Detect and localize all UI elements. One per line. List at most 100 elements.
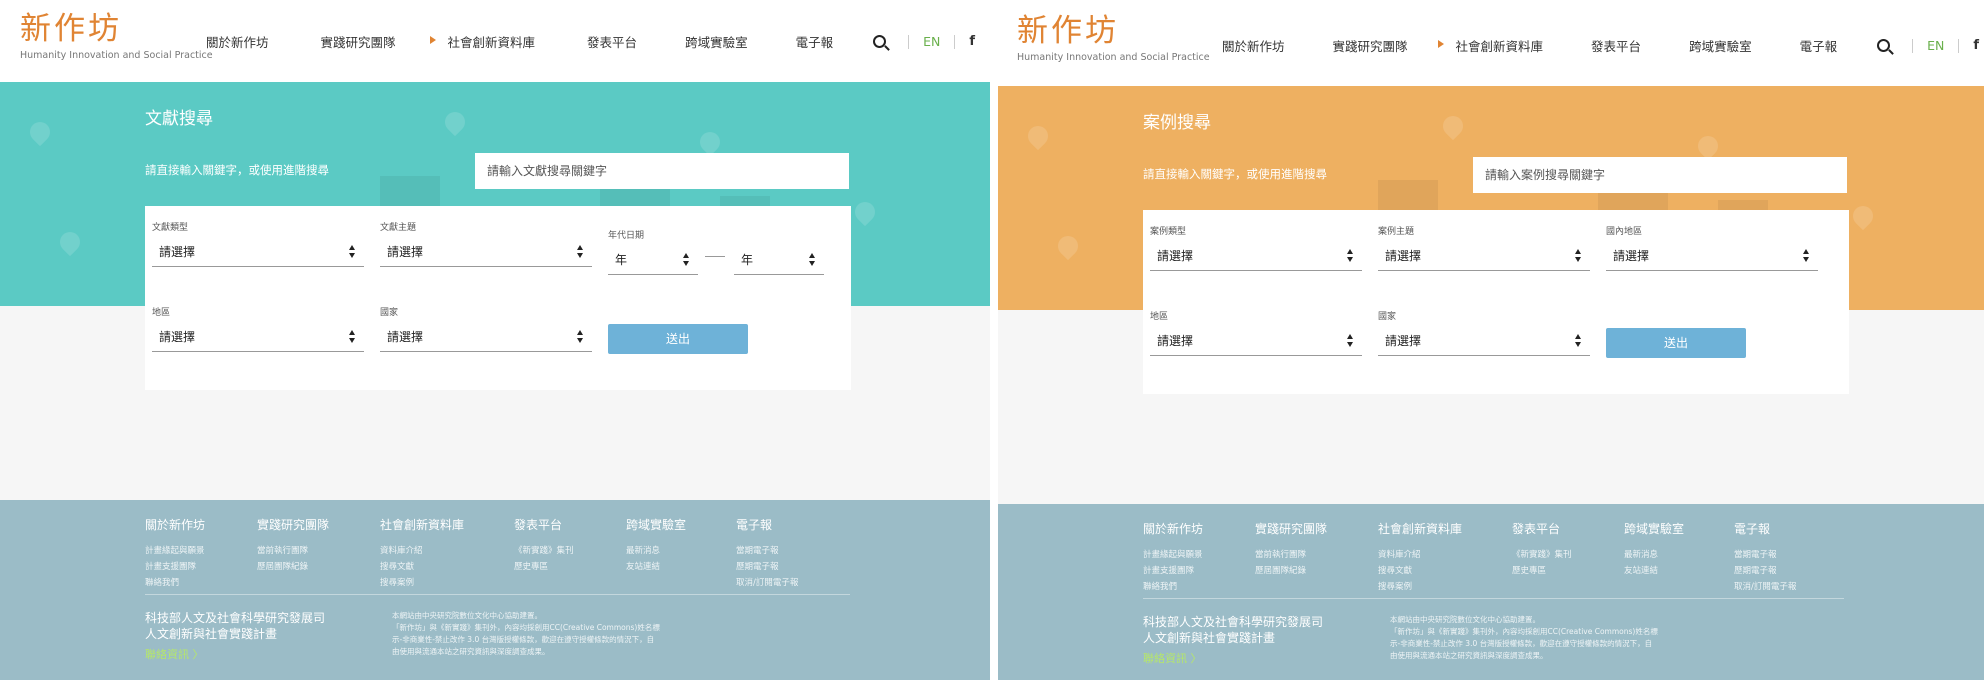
- nav-item-team[interactable]: 實踐研究團隊: [321, 32, 396, 51]
- region-select[interactable]: 請選擇: [152, 326, 364, 352]
- nav-item-team[interactable]: 實踐研究團隊: [1333, 36, 1408, 55]
- case-type-select[interactable]: 請選擇: [1150, 245, 1362, 271]
- nav-item-about[interactable]: 關於新作坊: [206, 32, 269, 51]
- site-logo[interactable]: 新作坊 Humanity Innovation and Social Pract…: [20, 10, 213, 61]
- footer-link[interactable]: 資料庫介紹: [380, 543, 514, 559]
- search-icon[interactable]: [1877, 39, 1891, 52]
- footer-link[interactable]: 搜尋文獻: [1378, 563, 1512, 579]
- footer-heading[interactable]: 跨域實驗室: [626, 516, 736, 533]
- footer-link[interactable]: 搜尋文獻: [380, 559, 514, 575]
- footer-heading[interactable]: 跨域實驗室: [1624, 520, 1734, 537]
- field-label: 地區: [1150, 312, 1169, 322]
- footer-link[interactable]: 歷史專區: [514, 559, 626, 575]
- footer-link[interactable]: 當前執行團隊: [257, 543, 380, 559]
- footer-link[interactable]: 計畫緣起與願景: [145, 543, 257, 559]
- search-icon[interactable]: [873, 35, 887, 48]
- country-select[interactable]: 請選擇: [1378, 330, 1590, 356]
- select-arrows-icon: [1346, 334, 1354, 348]
- footer-link[interactable]: 聯絡我們: [1143, 579, 1255, 595]
- select-arrows-icon: [808, 253, 816, 267]
- submit-button[interactable]: 送出: [1606, 328, 1746, 358]
- map-pin-icon: [440, 107, 470, 137]
- footer-columns: 關於新作坊 計畫緣起與願景 計畫支援團隊 聯絡我們 實踐研究團隊 當前執行團隊 …: [145, 516, 836, 591]
- contact-link[interactable]: 聯絡資訊 〉: [1143, 650, 1323, 666]
- language-switch[interactable]: EN: [1927, 38, 1944, 53]
- footer-link[interactable]: 計畫支援團隊: [1143, 563, 1255, 579]
- footer-col-lab: 跨域實驗室 最新消息 友站連結: [1624, 520, 1734, 595]
- nav-item-publish[interactable]: 發表平台: [587, 32, 637, 51]
- country-select[interactable]: 請選擇: [380, 326, 592, 352]
- literature-type-field: 文獻類型 請選擇: [152, 220, 364, 267]
- footer-link[interactable]: 歷屆團隊紀錄: [1255, 563, 1378, 579]
- footer-link[interactable]: 友站連結: [1624, 563, 1734, 579]
- keyword-search-input[interactable]: 請輸入案例搜尋關鍵字: [1473, 157, 1847, 193]
- nav-item-database[interactable]: 社會創新資料庫: [429, 32, 535, 51]
- footer-link[interactable]: 聯絡我們: [145, 575, 257, 591]
- footer-heading[interactable]: 實踐研究團隊: [1255, 520, 1378, 537]
- year-from-field: 年代日期 年: [608, 228, 698, 275]
- year-from-select[interactable]: 年: [608, 249, 698, 275]
- footer-heading[interactable]: 發表平台: [514, 516, 626, 533]
- map-pin-icon: [25, 117, 55, 147]
- footer-link[interactable]: 當前執行團隊: [1255, 547, 1378, 563]
- divider: [908, 34, 910, 49]
- footer-heading[interactable]: 關於新作坊: [1143, 520, 1255, 537]
- footer-link[interactable]: 當期電子報: [1734, 547, 1834, 563]
- footer-link[interactable]: 搜尋案例: [380, 575, 514, 591]
- footer-heading[interactable]: 社會創新資料庫: [1378, 520, 1512, 537]
- footer-divider: [1143, 598, 1844, 599]
- footer-link[interactable]: 最新消息: [626, 543, 736, 559]
- case-search-screen: 新作坊 Humanity Innovation and Social Pract…: [998, 0, 1984, 680]
- case-topic-select[interactable]: 請選擇: [1378, 245, 1590, 271]
- footer-heading[interactable]: 關於新作坊: [145, 516, 257, 533]
- facebook-icon[interactable]: f: [1973, 38, 1979, 53]
- language-switch[interactable]: EN: [923, 34, 940, 49]
- literature-topic-select[interactable]: 請選擇: [380, 241, 592, 267]
- footer-link[interactable]: 當期電子報: [736, 543, 836, 559]
- select-arrows-icon: [1574, 249, 1582, 263]
- footer-link[interactable]: 歷期電子報: [736, 559, 836, 575]
- footer-link[interactable]: 最新消息: [1624, 547, 1734, 563]
- nav-item-database[interactable]: 社會創新資料庫: [1437, 36, 1543, 55]
- map-pin-icon: [850, 197, 880, 227]
- map-pin-icon: [1023, 121, 1053, 151]
- footer-link[interactable]: 計畫支援團隊: [145, 559, 257, 575]
- footer-heading[interactable]: 實踐研究團隊: [257, 516, 380, 533]
- footer-heading[interactable]: 社會創新資料庫: [380, 516, 514, 533]
- footer-link[interactable]: 友站連結: [626, 559, 736, 575]
- footer-link[interactable]: 歷史專區: [1512, 563, 1624, 579]
- footer-link[interactable]: 取消/訂閱電子報: [736, 575, 836, 591]
- contact-link[interactable]: 聯絡資訊 〉: [145, 646, 325, 662]
- advanced-search-form: 案例類型 請選擇 案例主題 請選擇 國內地區 請選擇 地區 請選擇 國家 請選擇…: [1143, 210, 1849, 394]
- search-hint: 請直接輸入關鍵字，或使用進階搜尋: [145, 163, 329, 177]
- footer-link[interactable]: 資料庫介紹: [1378, 547, 1512, 563]
- nav-tools: EN f: [1877, 38, 1979, 53]
- year-to-select[interactable]: 年: [734, 249, 824, 275]
- nav-item-lab[interactable]: 跨域實驗室: [1689, 36, 1752, 55]
- footer-link[interactable]: 計畫緣起與願景: [1143, 547, 1255, 563]
- main-nav: 關於新作坊 實踐研究團隊 社會創新資料庫 發表平台 跨域實驗室 電子報 EN f: [1222, 36, 1979, 55]
- submit-button[interactable]: 送出: [608, 324, 748, 354]
- facebook-icon[interactable]: f: [969, 34, 975, 49]
- nav-item-newsletter[interactable]: 電子報: [796, 32, 834, 51]
- footer-link[interactable]: 《新實踐》集刊: [1512, 547, 1624, 563]
- footer-heading[interactable]: 發表平台: [1512, 520, 1624, 537]
- footer-link[interactable]: 歷期電子報: [1734, 563, 1834, 579]
- field-label: 案例主題: [1378, 227, 1415, 237]
- footer-link[interactable]: 《新實踐》集刊: [514, 543, 626, 559]
- footer-link[interactable]: 歷屆團隊紀錄: [257, 559, 380, 575]
- nav-item-publish[interactable]: 發表平台: [1591, 36, 1641, 55]
- footer-heading[interactable]: 電子報: [736, 516, 836, 533]
- nav-item-about[interactable]: 關於新作坊: [1222, 36, 1285, 55]
- nav-item-lab[interactable]: 跨域實驗室: [685, 32, 748, 51]
- region-select[interactable]: 請選擇: [1150, 330, 1362, 356]
- site-logo[interactable]: 新作坊 Humanity Innovation and Social Pract…: [1017, 12, 1210, 63]
- footer-link[interactable]: 搜尋案例: [1378, 579, 1512, 595]
- note-line: 本網站由中央研究院數位文化中心協助建置。: [1390, 615, 1540, 624]
- footer-link[interactable]: 取消/訂閱電子報: [1734, 579, 1834, 595]
- footer-heading[interactable]: 電子報: [1734, 520, 1834, 537]
- literature-type-select[interactable]: 請選擇: [152, 241, 364, 267]
- domestic-region-select[interactable]: 請選擇: [1606, 245, 1818, 271]
- keyword-search-input[interactable]: 請輸入文獻搜尋關鍵字: [475, 153, 849, 189]
- nav-item-newsletter[interactable]: 電子報: [1800, 36, 1838, 55]
